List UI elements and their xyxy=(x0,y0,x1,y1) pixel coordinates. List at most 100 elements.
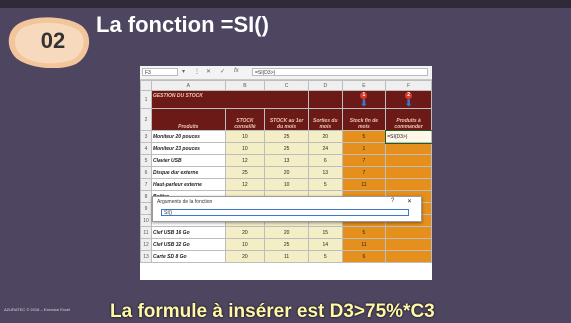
stock-conseille-cell[interactable]: 12 xyxy=(224,154,266,167)
header-sorties[interactable]: Sorties du mois xyxy=(307,108,343,131)
table-row: 11 Clef USB 16 Go 20 20 15 5 xyxy=(140,226,432,239)
stock-fin-cell[interactable]: 7 xyxy=(341,154,387,167)
row-number[interactable]: 7 xyxy=(140,178,152,191)
corner-cell[interactable] xyxy=(140,80,152,91)
table-row: 12 Clef USB 32 Go 10 25 14 11 xyxy=(140,238,432,251)
chevron-down-icon[interactable]: ▾ xyxy=(182,68,185,75)
arrow-down-icon: ⬇ xyxy=(404,97,413,108)
row-number[interactable]: 13 xyxy=(140,250,152,263)
row-number[interactable]: 9 xyxy=(140,202,152,215)
stock-conseille-cell[interactable]: 12 xyxy=(224,178,266,191)
stock-1er-cell[interactable]: 25 xyxy=(264,238,309,251)
slide-title: La fonction =SI() xyxy=(96,12,269,37)
stock-conseille-cell[interactable]: 10 xyxy=(224,130,266,143)
row-number[interactable]: 4 xyxy=(140,142,152,155)
section-number: 02 xyxy=(40,28,66,53)
product-cell[interactable]: Clef USB 16 Go xyxy=(150,226,226,239)
column-header[interactable]: C xyxy=(264,80,309,91)
excel-window: F3 ▾ ⋮ ✕ ✓ fx =SI(D3>) A B C D E F 1 GES… xyxy=(140,66,432,280)
stock-fin-cell[interactable]: 1 xyxy=(341,142,387,155)
formula-input[interactable]: =SI(D3>) xyxy=(252,68,428,76)
help-button[interactable]: ? xyxy=(391,198,394,204)
column-header[interactable]: B xyxy=(224,80,266,91)
sorties-cell[interactable]: 13 xyxy=(307,166,343,179)
product-cell[interactable]: Haut-parleur externe xyxy=(150,178,226,191)
confirm-icon[interactable]: ✓ xyxy=(220,68,225,75)
sorties-cell[interactable]: 5 xyxy=(307,178,343,191)
stock-fin-cell[interactable]: 11 xyxy=(341,238,387,251)
sheet-title[interactable]: GESTION DU STOCK xyxy=(150,90,309,109)
stock-fin-cell[interactable]: 5 xyxy=(341,130,387,143)
stock-1er-cell[interactable]: 10 xyxy=(264,178,309,191)
stock-conseille-cell[interactable]: 10 xyxy=(224,238,266,251)
stock-fin-cell[interactable]: 6 xyxy=(341,250,387,263)
column-header[interactable]: D xyxy=(307,80,343,91)
stock-1er-cell[interactable]: 11 xyxy=(264,250,309,263)
stock-1er-cell[interactable]: 13 xyxy=(264,154,309,167)
commander-cell[interactable]: =SI(D3>) xyxy=(384,129,432,144)
product-cell[interactable]: Clef USB 32 Go xyxy=(150,238,226,251)
stock-conseille-cell[interactable]: 25 xyxy=(224,166,266,179)
product-cell[interactable]: Clavier USB xyxy=(150,154,226,167)
header-stock-1er[interactable]: STOCK au 1er du mois xyxy=(264,108,309,131)
stock-fin-cell[interactable]: 7 xyxy=(341,166,387,179)
table-row: 4 Moniteur 23 pouces 10 25 24 1 xyxy=(140,142,432,155)
header-produits-commander[interactable]: Produits à commander xyxy=(385,108,432,131)
fx-icon[interactable]: fx xyxy=(234,68,239,74)
row-number[interactable]: 1 xyxy=(140,90,152,109)
product-cell[interactable]: Carte SD 8 Go xyxy=(150,250,226,263)
footer-text: AZURATEC © 2018 – Exercice Excel xyxy=(4,307,71,312)
table-row: 3 Moniteur 20 pouces 10 25 20 5 =SI(D3>) xyxy=(140,129,432,144)
stock-fin-cell[interactable]: 11 xyxy=(341,178,387,191)
commander-cell[interactable] xyxy=(385,226,432,239)
header-cell[interactable] xyxy=(307,90,343,109)
header-produits[interactable]: Produits xyxy=(150,108,226,131)
column-header[interactable]: F xyxy=(385,80,432,91)
row-number[interactable]: 6 xyxy=(140,166,152,179)
stock-conseille-cell[interactable]: 20 xyxy=(224,226,266,239)
row-number[interactable]: 3 xyxy=(140,130,152,143)
name-box[interactable]: F3 xyxy=(142,68,178,76)
row-number[interactable]: 10 xyxy=(140,214,152,227)
header-cell[interactable]: 2 ⬇ xyxy=(385,90,432,109)
sorties-cell[interactable]: 6 xyxy=(307,154,343,167)
stock-conseille-cell[interactable]: 10 xyxy=(224,142,266,155)
sorties-cell[interactable]: 24 xyxy=(307,142,343,155)
stock-conseille-cell[interactable]: 20 xyxy=(224,250,266,263)
sorties-cell[interactable]: 5 xyxy=(307,250,343,263)
stock-1er-cell[interactable]: 20 xyxy=(264,166,309,179)
column-header[interactable]: A xyxy=(150,80,226,91)
commander-cell[interactable] xyxy=(385,142,432,155)
row-number[interactable]: 12 xyxy=(140,238,152,251)
stock-fin-cell[interactable]: 5 xyxy=(341,226,387,239)
commander-cell[interactable] xyxy=(385,154,432,167)
commander-cell[interactable] xyxy=(385,238,432,251)
row-number[interactable]: 5 xyxy=(140,154,152,167)
header-cell[interactable]: 1 ⬇ xyxy=(341,90,387,109)
stock-1er-cell[interactable]: 20 xyxy=(264,226,309,239)
row-number[interactable]: 8 xyxy=(140,190,152,203)
sorties-cell[interactable]: 15 xyxy=(307,226,343,239)
header-stock-fin[interactable]: Stock fin de mois xyxy=(341,108,387,131)
function-arguments-dialog: Arguments de la fonction ? ✕ SI() xyxy=(152,196,422,222)
cancel-icon[interactable]: ✕ xyxy=(206,68,211,75)
product-cell[interactable]: Moniteur 23 pouces xyxy=(150,142,226,155)
commander-cell[interactable] xyxy=(385,166,432,179)
commander-cell[interactable] xyxy=(385,250,432,263)
product-cell[interactable]: Disque dur externe xyxy=(150,166,226,179)
table-row: 13 Carte SD 8 Go 20 11 5 6 xyxy=(140,250,432,263)
commander-cell[interactable] xyxy=(385,178,432,191)
column-header[interactable]: E xyxy=(341,80,387,91)
dialog-input[interactable]: SI() xyxy=(161,209,409,216)
product-cell[interactable]: Moniteur 20 pouces xyxy=(150,130,226,143)
sorties-cell[interactable]: 14 xyxy=(307,238,343,251)
header-stock-conseille[interactable]: STOCK conseillé xyxy=(224,108,266,131)
dialog-title: Arguments de la fonction xyxy=(157,199,213,205)
row-number[interactable]: 2 xyxy=(140,108,152,131)
close-icon[interactable]: ✕ xyxy=(407,198,412,205)
row-number[interactable]: 11 xyxy=(140,226,152,239)
stock-1er-cell[interactable]: 25 xyxy=(264,130,309,143)
top-strip xyxy=(0,0,571,8)
stock-1er-cell[interactable]: 25 xyxy=(264,142,309,155)
sorties-cell[interactable]: 20 xyxy=(307,130,343,143)
